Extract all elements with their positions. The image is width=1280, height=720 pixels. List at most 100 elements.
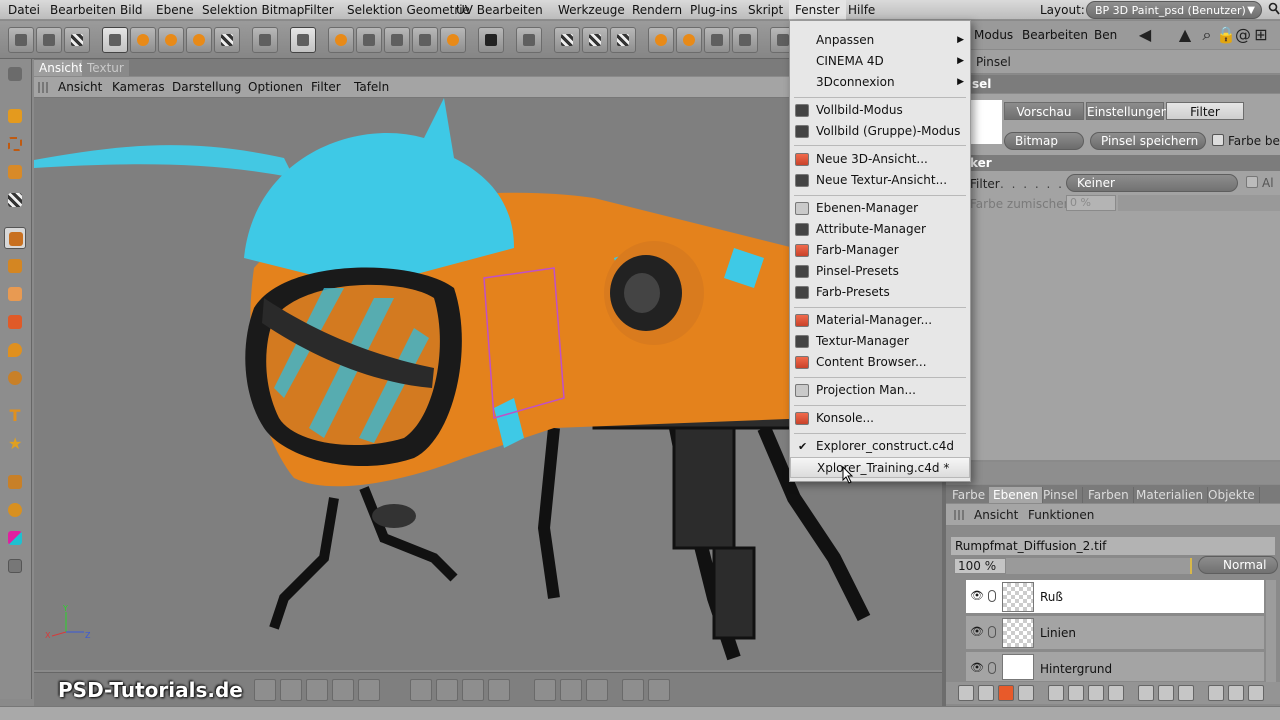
menu-uv-bearbeiten[interactable]: UV Bearbeiten [450, 0, 549, 20]
brush-options-button[interactable] [252, 27, 278, 53]
text-tool[interactable]: T [4, 405, 26, 427]
menu-werkzeuge[interactable]: Werkzeuge [552, 0, 631, 20]
menu-item-farb-presets[interactable]: Farb-Presets [790, 282, 970, 303]
layout-select[interactable]: BP 3D Paint_psd (Benutzer) ▼ [1086, 1, 1262, 19]
tab-filter[interactable]: Filter [1166, 102, 1244, 120]
menu-item-neue-3d-ansicht[interactable]: Neue 3D-Ansicht... [790, 149, 970, 170]
resize-button-2[interactable] [648, 679, 670, 701]
eraser-tool[interactable] [4, 283, 26, 305]
tab-objekte[interactable]: Objekte [1204, 487, 1260, 503]
cube-button[interactable] [648, 27, 674, 53]
layers-menu-ansicht[interactable]: Ansicht [974, 508, 1018, 522]
menu-skript[interactable]: Skript [742, 0, 789, 20]
eyedropper-tool[interactable] [4, 471, 26, 493]
opacity-slider[interactable] [1006, 558, 1192, 574]
layer-action-button-2[interactable] [1068, 685, 1084, 701]
add-icon[interactable]: ⊞ [1252, 25, 1270, 45]
menu-item-neue-textur-ansicht[interactable]: Neue Textur-Ansicht... [790, 170, 970, 191]
layer-row[interactable]: 👁 Hintergrund [966, 652, 1264, 682]
zoom-tool[interactable] [4, 367, 26, 389]
align-button[interactable] [410, 679, 432, 701]
viewport-menu-darstellung[interactable]: Darstellung [172, 80, 241, 94]
mode-button-3[interactable] [384, 27, 410, 53]
undo-button[interactable] [8, 27, 34, 53]
zumischen-slider[interactable] [1118, 195, 1280, 211]
menu-item-konsole[interactable]: Konsole... [790, 408, 970, 429]
delete-button[interactable] [64, 27, 90, 53]
pattern-tool[interactable] [4, 189, 26, 211]
snap-button-2[interactable] [280, 679, 302, 701]
reset-colors[interactable] [4, 555, 26, 577]
attr-menu-benutzer[interactable]: Ben [1094, 28, 1117, 42]
filter-select[interactable]: Keiner [1066, 174, 1238, 192]
back-arrow-icon[interactable]: ◀ [1136, 25, 1154, 45]
menu-item-vollbild-gruppe[interactable]: Vollbild (Gruppe)-Modus [790, 121, 970, 142]
tab-ansicht[interactable]: Ansicht [34, 60, 89, 76]
menu-bearbeiten[interactable]: Bearbeiten [44, 0, 122, 20]
texture-mode-button[interactable] [554, 27, 580, 53]
menu-item-explorer-construct[interactable]: ✔ Explorer_construct.c4d [790, 436, 970, 457]
select-tool-button[interactable] [102, 27, 128, 53]
transform-button-2[interactable] [560, 679, 582, 701]
transform-button-3[interactable] [586, 679, 608, 701]
layer-row[interactable]: 👁 Linien [966, 616, 1264, 650]
menu-fenster[interactable]: Fenster [789, 0, 846, 20]
menu-bild[interactable]: Bild [114, 0, 149, 20]
menu-item-projection-man[interactable]: Projection Man... [790, 380, 970, 401]
shape-tool[interactable]: ★ [4, 433, 26, 455]
menu-item-farb-manager[interactable]: Farb-Manager [790, 240, 970, 261]
align-button-2[interactable] [436, 679, 458, 701]
grip-icon[interactable] [954, 510, 964, 520]
menu-datei[interactable]: Datei [2, 0, 46, 20]
brush-lock-icon[interactable] [988, 590, 996, 602]
move-tool[interactable] [4, 105, 26, 127]
scale-tool-button[interactable] [158, 27, 184, 53]
chain-icon[interactable] [988, 626, 996, 638]
layers-menu-funktionen[interactable]: Funktionen [1028, 508, 1094, 522]
bitmap-dropdown[interactable]: Bitmap [1004, 132, 1084, 150]
texture-mode-button-3[interactable] [610, 27, 636, 53]
viewport-menu-ansicht[interactable]: Ansicht [58, 80, 102, 94]
layer-action-button-4[interactable] [1108, 685, 1124, 701]
eye-icon[interactable]: 👁 [970, 626, 984, 638]
cube-button-2[interactable] [676, 27, 702, 53]
new-layer-button-3[interactable] [998, 685, 1014, 701]
render-view-button[interactable] [478, 27, 504, 53]
layer-action-button-3[interactable] [1088, 685, 1104, 701]
lock-icon[interactable]: 🔒 [1216, 25, 1236, 45]
layers-scrollbar[interactable] [1266, 580, 1276, 684]
tab-ebenen[interactable]: Ebenen [989, 487, 1044, 503]
mode-button-4[interactable] [412, 27, 438, 53]
blend-mode-select[interactable]: Normal [1198, 556, 1278, 574]
layer-action-button-6[interactable] [1158, 685, 1174, 701]
move-tool-button[interactable] [130, 27, 156, 53]
menu-ebene[interactable]: Ebene [150, 0, 200, 20]
texture-mode-button-2[interactable] [582, 27, 608, 53]
menu-item-material-manager[interactable]: Material-Manager... [790, 310, 970, 331]
snap-button[interactable] [254, 679, 276, 701]
new-layer-button[interactable] [958, 685, 974, 701]
cube-button-4[interactable] [732, 27, 758, 53]
redo-button[interactable] [36, 27, 62, 53]
link-icon[interactable]: @ [1234, 25, 1252, 45]
menu-item-anpassen[interactable]: Anpassen ▶ [790, 30, 970, 51]
workplane-button[interactable] [516, 27, 542, 53]
resize-button[interactable] [622, 679, 644, 701]
menu-filter[interactable]: Filter [298, 0, 340, 20]
color-swatch[interactable] [4, 527, 26, 549]
layer-action-button-9[interactable] [1228, 685, 1244, 701]
layer-action-button-7[interactable] [1178, 685, 1194, 701]
align-button-4[interactable] [488, 679, 510, 701]
align-button-3[interactable] [462, 679, 484, 701]
fill-tool[interactable] [4, 311, 26, 333]
view-tool[interactable] [4, 63, 26, 85]
menu-item-content-browser[interactable]: Content Browser... [790, 352, 970, 373]
menu-item-textur-manager[interactable]: Textur-Manager [790, 331, 970, 352]
viewport-menu-tafeln[interactable]: Tafeln [354, 80, 389, 94]
rect-select-tool[interactable] [4, 133, 26, 155]
tab-vorschau[interactable]: Vorschau [1004, 102, 1084, 120]
rotate-tool-button[interactable] [186, 27, 212, 53]
blur-tool[interactable] [4, 339, 26, 361]
menu-rendern[interactable]: Rendern [626, 0, 688, 20]
tab-textur[interactable]: Textur [82, 60, 129, 76]
